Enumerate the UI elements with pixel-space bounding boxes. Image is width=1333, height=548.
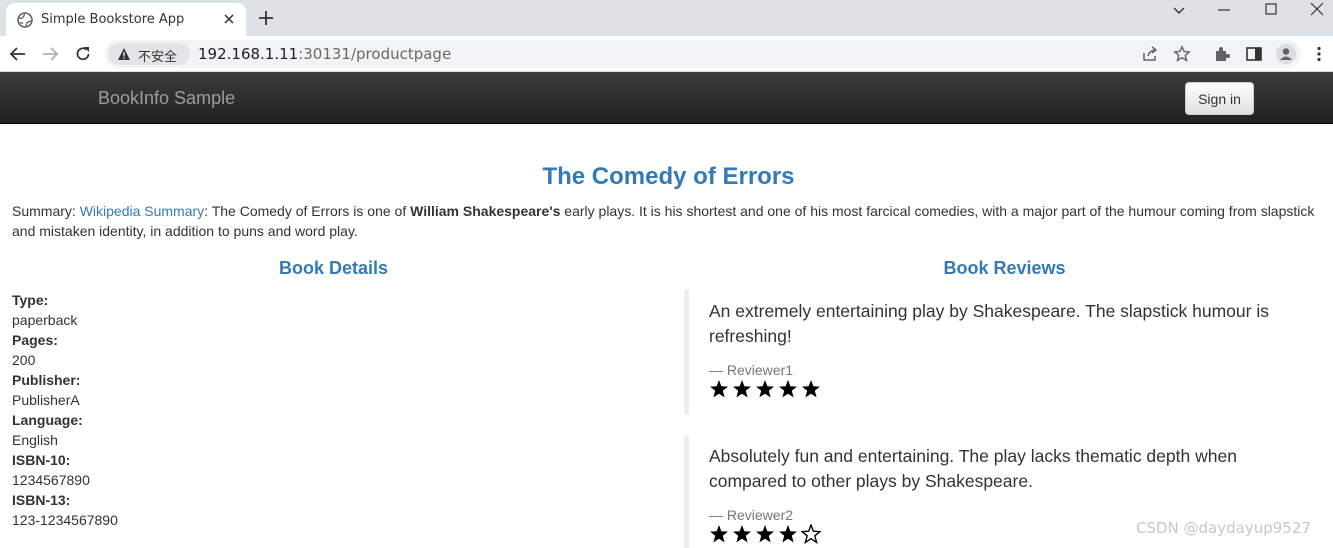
address-bar[interactable]: 不安全 192.168.1.11:30131/productpage (105, 40, 1301, 68)
wikipedia-summary-link[interactable]: Wikipedia Summary (80, 203, 204, 219)
empty-star-icon (801, 524, 821, 544)
summary-prefix: Summary: (12, 203, 80, 219)
maximize-icon[interactable] (1263, 2, 1279, 18)
app-navbar: BookInfo Sample Sign in (0, 72, 1333, 124)
isbn10-value: 1234567890 (12, 472, 90, 488)
language-value: English (12, 432, 58, 448)
tab-title: Simple Bookstore App (41, 12, 185, 27)
kebab-menu-icon[interactable] (1310, 45, 1328, 63)
url-host: 192.168.1.11 (198, 45, 299, 63)
book-details-heading: Book Details (278, 258, 389, 278)
warning-icon (118, 48, 130, 60)
back-arrow-icon[interactable] (9, 45, 27, 63)
filled-star-icon (733, 525, 751, 543)
bookmark-star-icon[interactable] (1173, 45, 1191, 63)
publisher-value: PublisherA (12, 392, 80, 408)
globe-icon (17, 12, 33, 28)
browser-toolbar: 不安全 192.168.1.11:30131/productpage (0, 36, 1333, 72)
side-panel-icon[interactable] (1245, 45, 1263, 63)
security-label: 不安全 (138, 50, 178, 65)
security-chip[interactable]: 不安全 (108, 43, 190, 65)
filled-star-icon (733, 380, 751, 398)
review-text: An extremely entertaining play by Shakes… (709, 301, 1269, 346)
filled-star-icon (756, 380, 774, 398)
review-text: Absolutely fun and entertaining. The pla… (709, 446, 1237, 491)
review-card: An extremely entertaining play by Shakes… (684, 290, 1324, 414)
isbn10-label: ISBN-10: (12, 452, 71, 468)
filled-star-icon (710, 380, 728, 398)
sign-in-button[interactable]: Sign in (1185, 82, 1254, 115)
publisher-label: Publisher: (12, 372, 81, 388)
filled-star-icon (710, 525, 728, 543)
profile-avatar-icon[interactable] (1276, 44, 1296, 64)
language-label: Language: (12, 412, 83, 428)
browser-tab-strip: Simple Bookstore App (0, 0, 1333, 36)
url-path: :30131/productpage (298, 45, 452, 63)
tab-search-icon[interactable] (1171, 2, 1187, 18)
book-details: Type: paperback Pages: 200 Publisher: Pu… (12, 290, 118, 530)
navbar-brand[interactable]: BookInfo Sample (98, 88, 235, 109)
book-summary: Summary: Wikipedia Summary: The Comedy o… (12, 201, 1330, 241)
type-value: paperback (12, 312, 78, 328)
minimize-icon[interactable] (1216, 2, 1232, 18)
filled-star-icon (779, 380, 797, 398)
share-icon[interactable] (1141, 45, 1159, 63)
summary-author: William Shakespeare's (410, 203, 561, 219)
type-label: Type: (12, 292, 49, 308)
new-tab-icon[interactable] (257, 9, 275, 27)
close-window-icon[interactable] (1309, 2, 1325, 18)
filled-star-icon (802, 380, 820, 398)
filled-star-icon (756, 525, 774, 543)
star-rating (709, 379, 821, 399)
browser-tab[interactable]: Simple Bookstore App (6, 3, 246, 36)
reviewer-name: — Reviewer1 (709, 362, 794, 378)
close-tab-icon[interactable] (221, 11, 237, 27)
reload-icon[interactable] (74, 45, 92, 63)
isbn13-value: 123-1234567890 (12, 512, 118, 528)
isbn13-label: ISBN-13: (12, 492, 71, 508)
forward-arrow-icon[interactable] (41, 45, 59, 63)
summary-text-1: : The Comedy of Errors is one of (204, 203, 411, 219)
pages-value: 200 (12, 352, 36, 368)
book-reviews-heading: Book Reviews (943, 258, 1066, 278)
extensions-icon[interactable] (1213, 45, 1231, 63)
watermark: CSDN @daydayup9527 (1136, 519, 1311, 537)
pages-label: Pages: (12, 332, 58, 348)
reviewer-name: — Reviewer2 (709, 507, 794, 523)
url-text[interactable]: 192.168.1.11:30131/productpage (198, 45, 451, 63)
star-rating (709, 524, 821, 544)
book-title: The Comedy of Errors (542, 163, 795, 190)
filled-star-icon (779, 525, 797, 543)
